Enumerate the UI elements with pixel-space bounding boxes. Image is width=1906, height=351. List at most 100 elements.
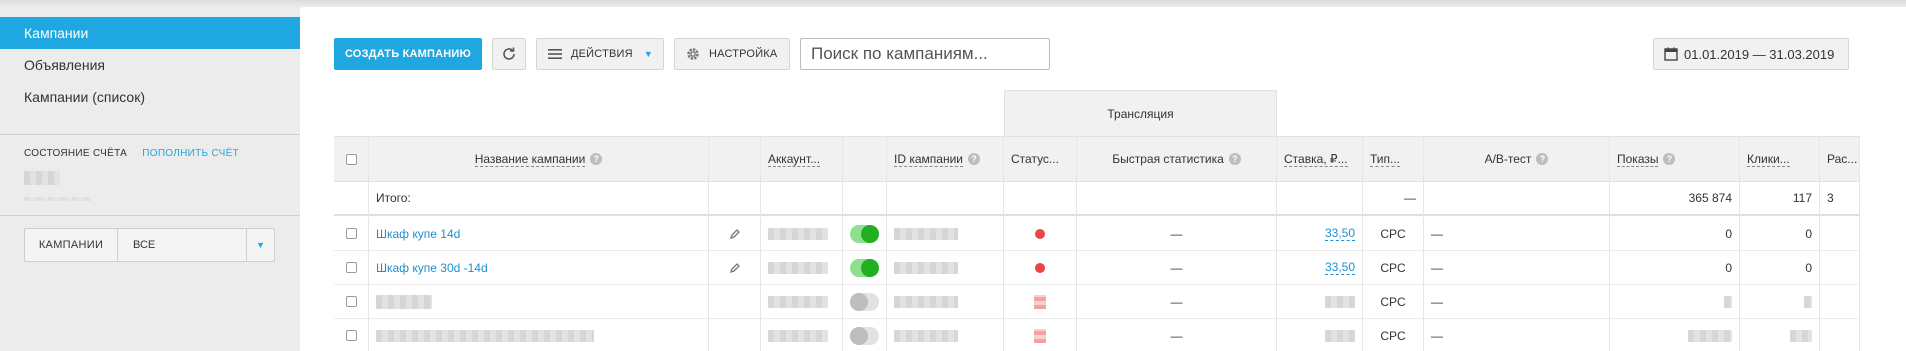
- campaign-toggle[interactable]: [850, 326, 879, 345]
- col-ab-test: A/B-тест?: [1424, 137, 1610, 181]
- select-all-checkbox[interactable]: [345, 153, 357, 165]
- col-quick-stats: Быстрая статистика?: [1077, 137, 1277, 181]
- account-subline-redacted: [24, 197, 92, 201]
- campaign-filter-select[interactable]: КАМПАНИИ ВСЕ ▼: [24, 228, 275, 262]
- actions-dropdown[interactable]: ДЕЙСТВИЯ ▼: [536, 38, 664, 70]
- type-value: CPC: [1363, 251, 1424, 284]
- toolbar: СОЗДАТЬ КАМПАНИЮ ДЕЙСТВИЯ ▼ НАСТРОЙКА: [334, 38, 1050, 70]
- account-balance-redacted: [24, 171, 60, 185]
- col-type-label: Тип...: [1370, 151, 1401, 167]
- bid-redacted[interactable]: [1325, 329, 1355, 342]
- col-clicks[interactable]: Клики...: [1740, 137, 1820, 181]
- col-impressions[interactable]: Показы?: [1610, 137, 1740, 181]
- bid-redacted[interactable]: [1325, 295, 1355, 308]
- col-ab-test-label: A/B-тест: [1484, 152, 1532, 166]
- account-state-label: СОСТОЯНИЕ СЧЁТА: [24, 148, 128, 159]
- campaign-search-input[interactable]: [800, 38, 1050, 70]
- help-icon[interactable]: ?: [590, 153, 603, 165]
- table-row[interactable]: — CPC —: [334, 319, 1860, 351]
- sidebar-item-ads[interactable]: Объявления: [0, 49, 300, 81]
- total-spend: 3: [1820, 182, 1860, 214]
- col-status-label: Статус...: [1011, 152, 1059, 166]
- col-status[interactable]: Статус...: [1004, 137, 1077, 181]
- campaign-toggle[interactable]: [850, 258, 879, 277]
- bid-value[interactable]: 33,50: [1324, 226, 1355, 241]
- campaign-name-redacted[interactable]: [376, 329, 594, 342]
- date-range-label: 01.01.2019 — 31.03.2019: [1684, 46, 1835, 62]
- table-total-row: Итого: — 365 874 117 3: [334, 182, 1860, 216]
- chevron-down-icon[interactable]: ▼: [246, 229, 274, 261]
- status-indicator-redacted: [1034, 294, 1046, 309]
- row-checkbox[interactable]: [345, 296, 357, 307]
- total-type: —: [1363, 182, 1424, 214]
- settings-label: НАСТРОЙКА: [709, 48, 778, 60]
- caret-down-icon: ▼: [643, 49, 653, 59]
- account-redacted: [768, 329, 828, 342]
- help-icon[interactable]: ?: [1228, 153, 1241, 165]
- type-value: CPC: [1363, 319, 1424, 351]
- top-up-link[interactable]: ПОПОЛНИТЬ СЧЁТ: [142, 148, 239, 159]
- ab-test-value: —: [1424, 217, 1610, 250]
- col-clicks-label: Клики...: [1747, 151, 1790, 167]
- col-type[interactable]: Тип...: [1363, 137, 1424, 181]
- table-row[interactable]: Шкаф купе 30d -14d — 33,50 CPC — 0 0: [334, 251, 1860, 285]
- campaign-toggle[interactable]: [850, 224, 879, 243]
- col-id[interactable]: ID кампании?: [887, 137, 1004, 181]
- ab-test-value: —: [1424, 285, 1610, 318]
- col-account-label: Аккаунт...: [768, 151, 821, 167]
- total-label: Итого:: [369, 182, 709, 214]
- impressions-redacted: [1724, 295, 1732, 308]
- col-impressions-label: Показы: [1617, 151, 1659, 167]
- campaign-name-link[interactable]: Шкаф купе 14d: [376, 227, 460, 241]
- settings-button[interactable]: НАСТРОЙКА: [674, 38, 790, 70]
- impressions-redacted: [1688, 329, 1732, 342]
- campaign-name-link[interactable]: Шкаф купе 30d -14d: [376, 261, 488, 275]
- help-icon[interactable]: ?: [967, 153, 980, 165]
- actions-label: ДЕЙСТВИЯ: [571, 48, 633, 60]
- sidebar-divider: [0, 215, 300, 216]
- refresh-button[interactable]: [492, 38, 526, 70]
- sidebar-item-campaigns-list[interactable]: Кампании (список): [0, 81, 300, 113]
- pencil-icon[interactable]: [729, 228, 741, 240]
- col-id-label: ID кампании: [894, 151, 963, 167]
- campaign-id-redacted: [894, 295, 958, 308]
- create-campaign-button[interactable]: СОЗДАТЬ КАМПАНИЮ: [334, 38, 482, 70]
- col-bid-label: Ставка, ₽...: [1284, 151, 1348, 167]
- row-checkbox[interactable]: [345, 228, 357, 239]
- top-strip: [0, 0, 1906, 7]
- campaign-name-redacted[interactable]: [376, 294, 432, 309]
- table-row[interactable]: — CPC —: [334, 285, 1860, 319]
- account-state: СОСТОЯНИЕ СЧЁТА ПОПОЛНИТЬ СЧЁТ: [24, 148, 239, 159]
- row-checkbox[interactable]: [345, 262, 357, 273]
- pencil-icon[interactable]: [729, 262, 741, 274]
- campaign-filter-label: КАМПАНИИ: [25, 229, 118, 261]
- clicks-value: 0: [1740, 217, 1820, 250]
- help-icon[interactable]: ?: [1536, 153, 1549, 165]
- date-range-picker[interactable]: 01.01.2019 — 31.03.2019: [1653, 38, 1849, 70]
- col-spend[interactable]: Рас...: [1820, 137, 1860, 181]
- row-checkbox[interactable]: [345, 330, 357, 341]
- menu-icon: [548, 49, 562, 59]
- campaign-toggle[interactable]: [850, 292, 879, 311]
- sidebar-item-campaigns[interactable]: Кампании: [0, 17, 300, 49]
- quick-stats-value: —: [1077, 319, 1277, 351]
- account-redacted: [768, 261, 828, 274]
- col-account[interactable]: Аккаунт...: [761, 137, 843, 181]
- table-row[interactable]: Шкаф купе 14d — 33,50 CPC — 0 0: [334, 217, 1860, 251]
- clicks-redacted: [1804, 295, 1812, 308]
- col-spend-label: Рас...: [1827, 152, 1858, 166]
- gear-icon: [687, 48, 699, 60]
- bid-value[interactable]: 33,50: [1324, 260, 1355, 275]
- quick-stats-value: —: [1077, 285, 1277, 318]
- col-name[interactable]: Название кампании?: [369, 137, 709, 181]
- quick-stats-value: —: [1077, 217, 1277, 250]
- account-redacted: [768, 227, 828, 240]
- col-bid[interactable]: Ставка, ₽...: [1277, 137, 1363, 181]
- campaign-id-redacted: [894, 227, 958, 240]
- refresh-icon: [503, 47, 515, 60]
- status-dot: [1035, 262, 1045, 273]
- campaign-filter-value: ВСЕ: [133, 239, 156, 251]
- status-indicator-redacted: [1034, 328, 1046, 343]
- col-name-label: Название кампании: [474, 151, 586, 167]
- help-icon[interactable]: ?: [1663, 153, 1676, 165]
